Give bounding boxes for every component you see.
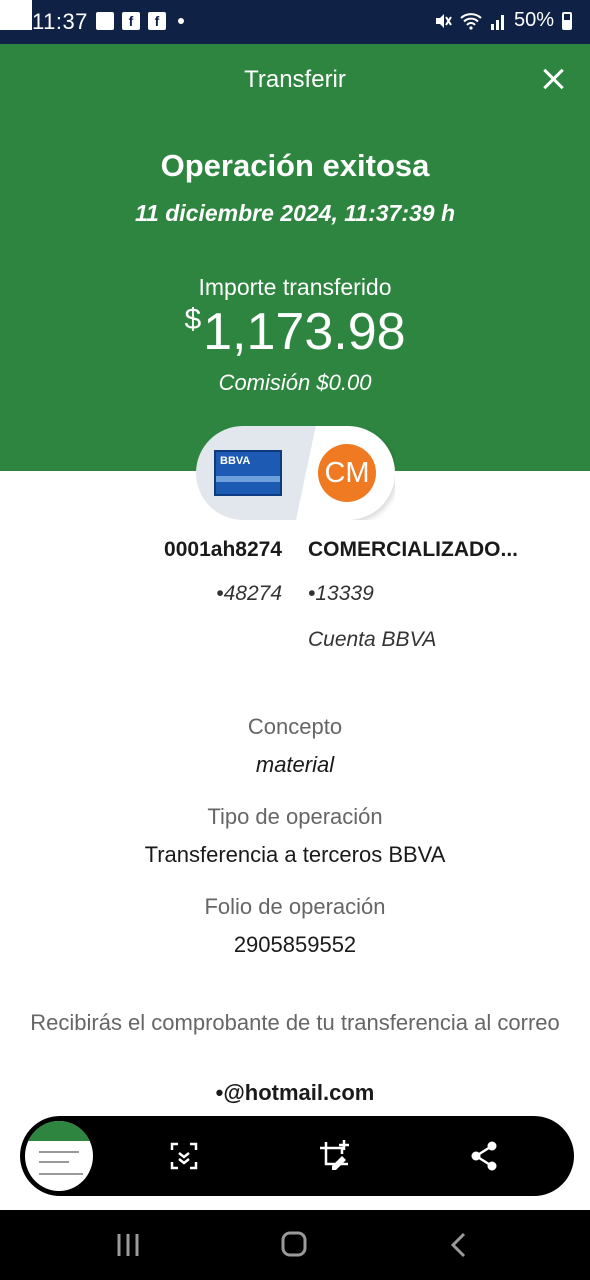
share-icon[interactable] [464,1136,504,1176]
currency-symbol: $ [184,303,202,336]
folio-label: Folio de operación [204,894,386,919]
receipt-email: •@hotmail.com [215,1080,375,1105]
from-account-name: 0001ah8274 [164,538,282,561]
battery-percent: 50% [513,9,554,31]
to-account-number: •13339 [308,582,374,605]
operation-type-label: Tipo de operación [207,804,383,829]
status-time: 11:37 [32,9,88,34]
mute-icon [435,13,452,28]
commission: Comisión $0.00 [218,370,372,395]
operation-status: Operación exitosa [160,148,430,183]
facebook-icon: f [148,12,166,30]
crop-edit-icon[interactable] [314,1136,354,1176]
recipient-avatar: CM [318,444,376,502]
card-stripe [216,476,280,482]
thumbnail-line [39,1173,83,1175]
wifi-icon [460,12,482,30]
system-icons: 50% [434,9,572,32]
status-bar: 11:37 f f 50% [0,0,590,44]
receipt-note: Recibirás el comprobante de tu transfere… [30,1010,560,1035]
transferred-amount: $1,173.98 [0,302,590,362]
navigation-bar [0,1210,590,1280]
close-icon[interactable] [540,66,566,92]
battery-icon [562,11,572,30]
bbva-card-icon: BBVA [214,450,282,496]
page-title: Transferir [244,66,346,93]
bank-logo-text: BBVA [220,455,251,467]
operation-date: 11 diciembre 2024, 11:37:39 h [134,200,456,226]
operation-type-value: Transferencia a terceros BBVA [144,842,446,867]
screenshot-thumbnail[interactable] [22,1118,96,1194]
thumbnail-header [25,1121,93,1141]
home-icon[interactable] [274,1228,314,1262]
more-notifications-icon [178,18,184,24]
scroll-capture-icon[interactable] [164,1136,204,1176]
signal-icon [490,14,504,30]
amount-label: Importe transferido [198,274,392,300]
amount-value: 1,173.98 [203,303,406,361]
recents-icon[interactable] [108,1228,148,1262]
folio-value: 2905859552 [233,932,357,957]
to-account-type: Cuenta BBVA [308,628,437,651]
back-icon[interactable] [440,1228,480,1262]
concept-label: Concepto [247,714,343,739]
status-bar-patch [0,0,32,30]
screenshot-toolbar [20,1116,574,1196]
from-account-number: •48274 [216,582,282,605]
image-icon [96,12,114,30]
notification-icons: f f [96,12,184,30]
to-account-name: COMERCIALIZADO... [308,538,518,561]
success-header: Transferir Operación exitosa 11 diciembr… [0,44,590,471]
thumbnail-line [39,1151,79,1153]
account-pill: BBVA CM [196,426,395,520]
concept-value: material [255,752,335,777]
thumbnail-line [39,1161,69,1163]
facebook-icon: f [122,12,140,30]
